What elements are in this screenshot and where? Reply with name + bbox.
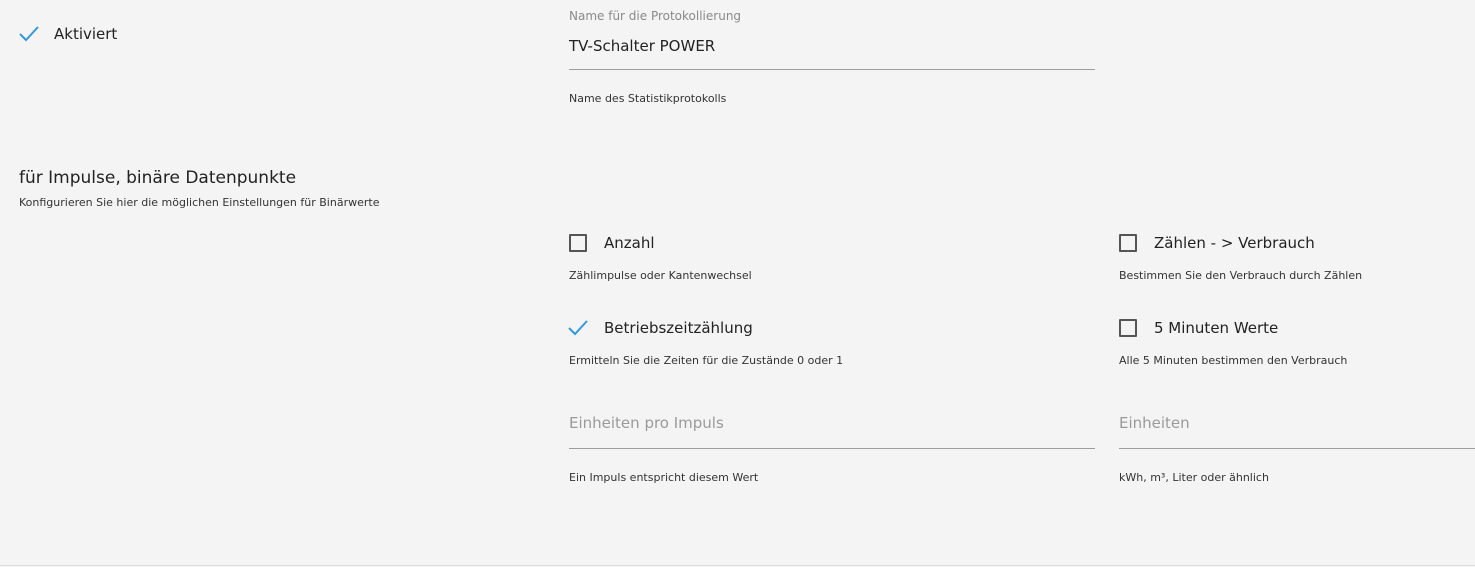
bottom-divider (0, 565, 1475, 566)
log-name-help: Name des Statistikprotokolls (569, 92, 727, 105)
units-underline (1119, 448, 1475, 449)
section-title: für Impulse, binäre Datenpunkte (19, 168, 297, 188)
activated-label[interactable]: Aktiviert (54, 25, 117, 43)
count-consumption-help: Bestimmen Sie den Verbrauch durch Zählen (1119, 269, 1363, 282)
activated-check-icon[interactable] (18, 24, 40, 46)
units-input[interactable]: Einheiten (1119, 414, 1190, 432)
count-checkbox[interactable] (569, 234, 587, 252)
units-help: kWh, m³, Liter oder ähnlich (1119, 471, 1269, 484)
units-per-impulse-underline (569, 448, 1095, 449)
count-consumption-checkbox[interactable] (1119, 234, 1137, 252)
count-help: Zählimpulse oder Kantenwechsel (569, 269, 752, 282)
statistics-settings-panel: Aktiviert Name für die Protokollierung T… (0, 0, 1475, 567)
five-min-label[interactable]: 5 Minuten Werte (1154, 319, 1278, 337)
runtime-label[interactable]: Betriebszeitzählung (604, 319, 753, 337)
log-name-input[interactable]: TV-Schalter POWER (569, 37, 715, 55)
log-name-label: Name für die Protokollierung (569, 9, 742, 23)
log-name-underline (569, 69, 1095, 70)
units-per-impulse-input[interactable]: Einheiten pro Impuls (569, 414, 724, 432)
count-consumption-label[interactable]: Zählen - > Verbrauch (1154, 234, 1315, 252)
section-subtitle: Konfigurieren Sie hier die möglichen Ein… (19, 196, 380, 209)
runtime-help: Ermitteln Sie die Zeiten für die Zuständ… (569, 354, 844, 367)
runtime-check-icon[interactable] (567, 318, 589, 340)
five-min-help: Alle 5 Minuten bestimmen den Verbrauch (1119, 354, 1348, 367)
units-per-impulse-help: Ein Impuls entspricht diesem Wert (569, 471, 759, 484)
count-label[interactable]: Anzahl (604, 234, 655, 252)
five-min-checkbox[interactable] (1119, 319, 1137, 337)
